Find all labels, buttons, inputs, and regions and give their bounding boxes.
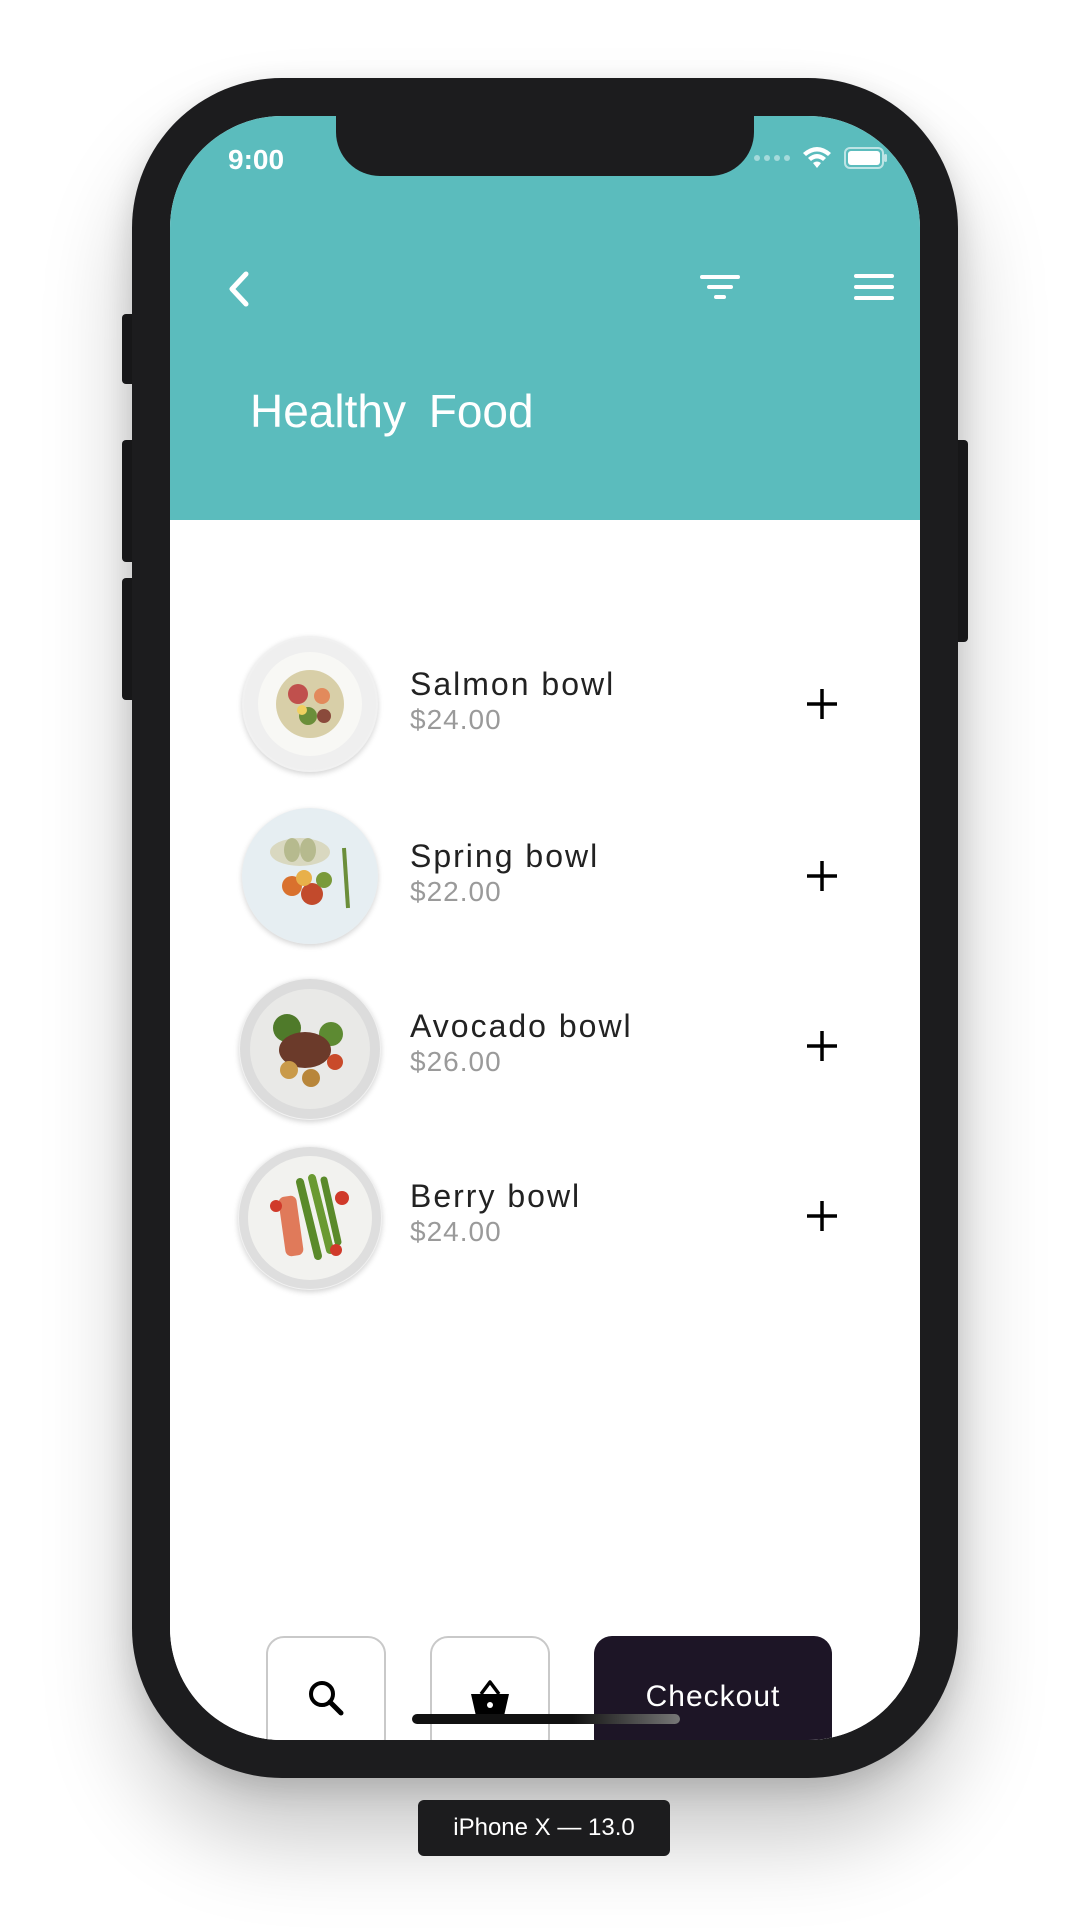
filter-button[interactable] [698, 268, 742, 308]
status-time: 9:00 [228, 144, 285, 175]
item-name: Berry bowl [410, 1178, 582, 1214]
plus-icon [807, 861, 837, 891]
item-price: $24.00 [410, 1216, 502, 1247]
hamburger-menu-icon [854, 274, 894, 300]
item-price: $22.00 [410, 876, 502, 907]
basket-button[interactable] [430, 1636, 550, 1740]
notch [336, 116, 754, 176]
device-label: iPhone X — 13.0 [418, 1800, 670, 1856]
add-to-cart-button[interactable] [802, 1196, 842, 1236]
phone-screen: 9:00 Healthy Food Salmon bowl $24.00 Spr… [170, 116, 920, 1740]
item-name: Avocado bowl [410, 1008, 633, 1044]
search-button[interactable] [266, 1636, 386, 1740]
status-indicators [754, 146, 888, 170]
cellular-signal-icon [754, 155, 790, 161]
chevron-left-icon [229, 271, 249, 307]
item-price: $26.00 [410, 1046, 502, 1077]
item-name: Salmon bowl [410, 666, 616, 702]
list-item[interactable]: Salmon bowl $24.00 [242, 636, 862, 776]
plus-icon [807, 1031, 837, 1061]
page-title: Healthy Food [250, 385, 534, 437]
filter-icon [700, 275, 740, 299]
food-image [238, 1146, 382, 1290]
list-item[interactable]: Avocado bowl $26.00 [239, 978, 862, 1120]
plus-icon [807, 1201, 837, 1231]
plus-icon [807, 689, 837, 719]
list-item[interactable]: Berry bowl $24.00 [238, 1146, 862, 1290]
food-image [242, 636, 378, 772]
food-image [239, 978, 381, 1120]
home-indicator [412, 1714, 680, 1724]
battery-icon [844, 147, 887, 169]
search-icon [309, 1681, 344, 1716]
checkout-label: Checkout [645, 1680, 781, 1713]
add-to-cart-button[interactable] [802, 684, 842, 724]
back-button[interactable] [220, 264, 260, 314]
header-background [170, 116, 920, 520]
menu-button[interactable] [852, 268, 896, 308]
list-item[interactable]: Spring bowl $22.00 [242, 808, 862, 948]
add-to-cart-button[interactable] [802, 1026, 842, 1066]
item-name: Spring bowl [410, 838, 600, 874]
add-to-cart-button[interactable] [802, 856, 842, 896]
wifi-icon [803, 147, 831, 168]
food-image [242, 808, 378, 944]
checkout-button[interactable]: Checkout [594, 1636, 832, 1740]
item-price: $24.00 [410, 704, 502, 735]
